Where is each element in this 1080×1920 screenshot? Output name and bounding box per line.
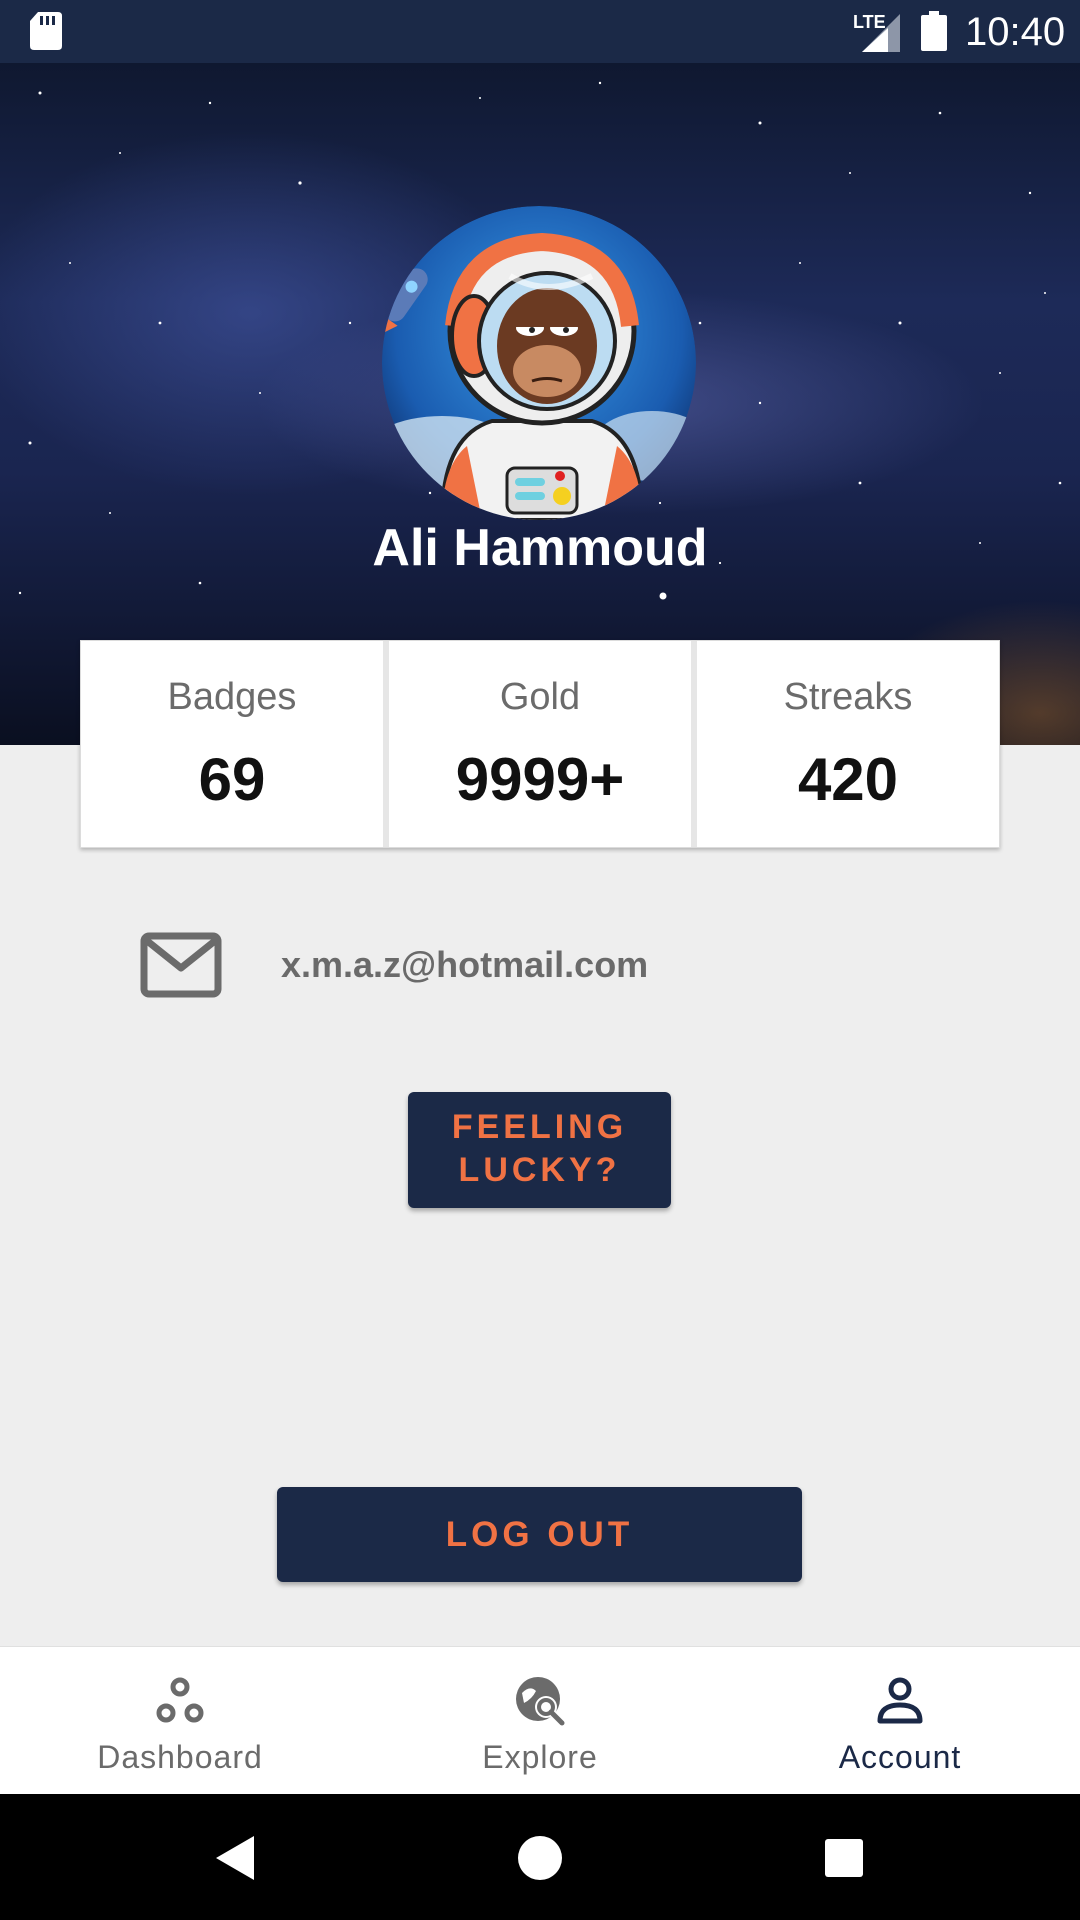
stat-streaks: Streaks 420: [697, 641, 999, 847]
stat-value: 69: [198, 746, 266, 813]
profile-avatar[interactable]: [382, 206, 696, 520]
nav-label-explore: Explore: [482, 1739, 598, 1775]
nav-label-dashboard: Dashboard: [97, 1739, 263, 1775]
stat-value: 420: [797, 746, 899, 813]
battery-icon: [921, 11, 947, 51]
explore-icon: [516, 1677, 565, 1726]
stat-badges: Badges 69: [81, 641, 383, 847]
feeling-lucky-button[interactable]: FEELING LUCKY?: [408, 1092, 671, 1208]
nav-item-explore[interactable]: Explore: [360, 1647, 720, 1795]
account-icon: [877, 1677, 923, 1724]
signal-icon: [862, 14, 900, 52]
user-name: Ali Hammoud: [372, 519, 708, 577]
system-navigation-bar: [0, 1794, 1080, 1920]
email-address: x.m.a.z@hotmail.com: [281, 944, 649, 985]
feeling-lucky-line2: LUCKY?: [458, 1151, 621, 1189]
nav-item-account[interactable]: Account: [720, 1647, 1080, 1795]
nav-label-account: Account: [838, 1739, 962, 1775]
bottom-navigation: Dashboard Explore Account: [0, 1646, 1080, 1794]
nav-item-dashboard[interactable]: Dashboard: [0, 1647, 360, 1795]
logout-button[interactable]: LOG OUT: [277, 1487, 802, 1582]
dashboard-icon: [156, 1677, 204, 1723]
clock: 10:40: [965, 10, 1066, 54]
status-bar: LTE 10:40: [0, 0, 1080, 63]
stats-card: Badges 69 Gold 9999+ Streaks 420: [80, 640, 1000, 848]
stat-gold: Gold 9999+: [389, 641, 691, 847]
back-icon[interactable]: [208, 1830, 264, 1886]
stat-label: Badges: [167, 676, 297, 718]
stat-label: Gold: [499, 676, 581, 718]
home-icon[interactable]: [512, 1830, 568, 1886]
feeling-lucky-line1: FEELING: [451, 1108, 628, 1146]
stat-value: 9999+: [455, 746, 625, 813]
recents-icon[interactable]: [816, 1830, 872, 1886]
sd-card-icon: [30, 12, 62, 50]
mail-icon: [140, 932, 222, 998]
stat-label: Streaks: [783, 676, 913, 718]
